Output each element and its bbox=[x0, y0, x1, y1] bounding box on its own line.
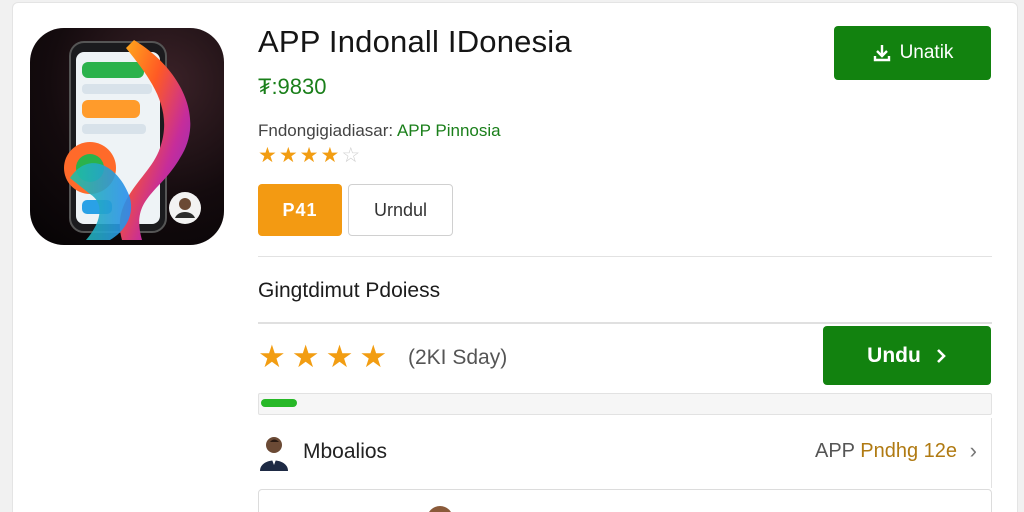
app-logo bbox=[30, 28, 224, 245]
review-count: (2KI Sday) bbox=[408, 346, 508, 369]
divider bbox=[258, 256, 992, 257]
download-button-top-label: Unatik bbox=[899, 42, 954, 63]
section-rating-stars: ★ ★ ★ ★ bbox=[258, 341, 387, 372]
download-button-main-label: Undu bbox=[867, 343, 921, 367]
app-rating-stars: ★ ★ ★ ★ ☆ bbox=[258, 145, 360, 166]
download-button-top[interactable]: Unatik bbox=[834, 26, 991, 80]
avatar-icon bbox=[427, 506, 453, 512]
orange-action-button[interactable]: P41 bbox=[258, 184, 342, 236]
download-button-main[interactable]: Undu bbox=[823, 326, 991, 385]
section-title: Gingtdimut Pdoiess bbox=[258, 279, 441, 302]
list-item-name: Mboalios bbox=[303, 440, 388, 463]
star-icon: ★ bbox=[278, 144, 298, 167]
avatar-icon bbox=[260, 437, 288, 471]
chevron-right-icon: › bbox=[969, 438, 977, 463]
star-icon: ★ bbox=[258, 144, 277, 167]
list-item-meta: APP Pndhg 12e bbox=[815, 440, 957, 463]
developer-line: Fndongigiadiasar: APP Pinnosia bbox=[258, 121, 501, 141]
download-icon bbox=[873, 45, 890, 62]
app-title: APP Indonall IDonesia bbox=[258, 24, 572, 59]
star-icon: ★ bbox=[258, 339, 286, 374]
star-empty-icon: ☆ bbox=[341, 144, 361, 167]
list-item[interactable]: Mboalios APP Pndhg 12e › bbox=[258, 418, 992, 488]
progress-fill bbox=[261, 399, 298, 407]
star-icon: ★ bbox=[320, 144, 340, 167]
developer-label: Fndongigiadiasar: bbox=[258, 121, 394, 140]
download-progress-bar bbox=[258, 393, 992, 415]
star-icon: ★ bbox=[359, 339, 388, 374]
list-item-meta-accent: Pndhg 12e bbox=[860, 440, 957, 462]
list-item[interactable] bbox=[258, 489, 992, 512]
divider bbox=[258, 322, 992, 324]
star-icon: ★ bbox=[325, 339, 354, 374]
developer-link[interactable]: APP Pinnosia bbox=[397, 121, 501, 140]
star-icon: ★ bbox=[291, 339, 320, 374]
star-icon: ★ bbox=[299, 144, 319, 167]
app-price: ₮:9830 bbox=[258, 74, 327, 99]
list-item-meta-prefix: APP bbox=[815, 440, 855, 462]
chevron-right-icon bbox=[936, 348, 946, 363]
outline-action-button[interactable]: Urndul bbox=[348, 184, 453, 236]
